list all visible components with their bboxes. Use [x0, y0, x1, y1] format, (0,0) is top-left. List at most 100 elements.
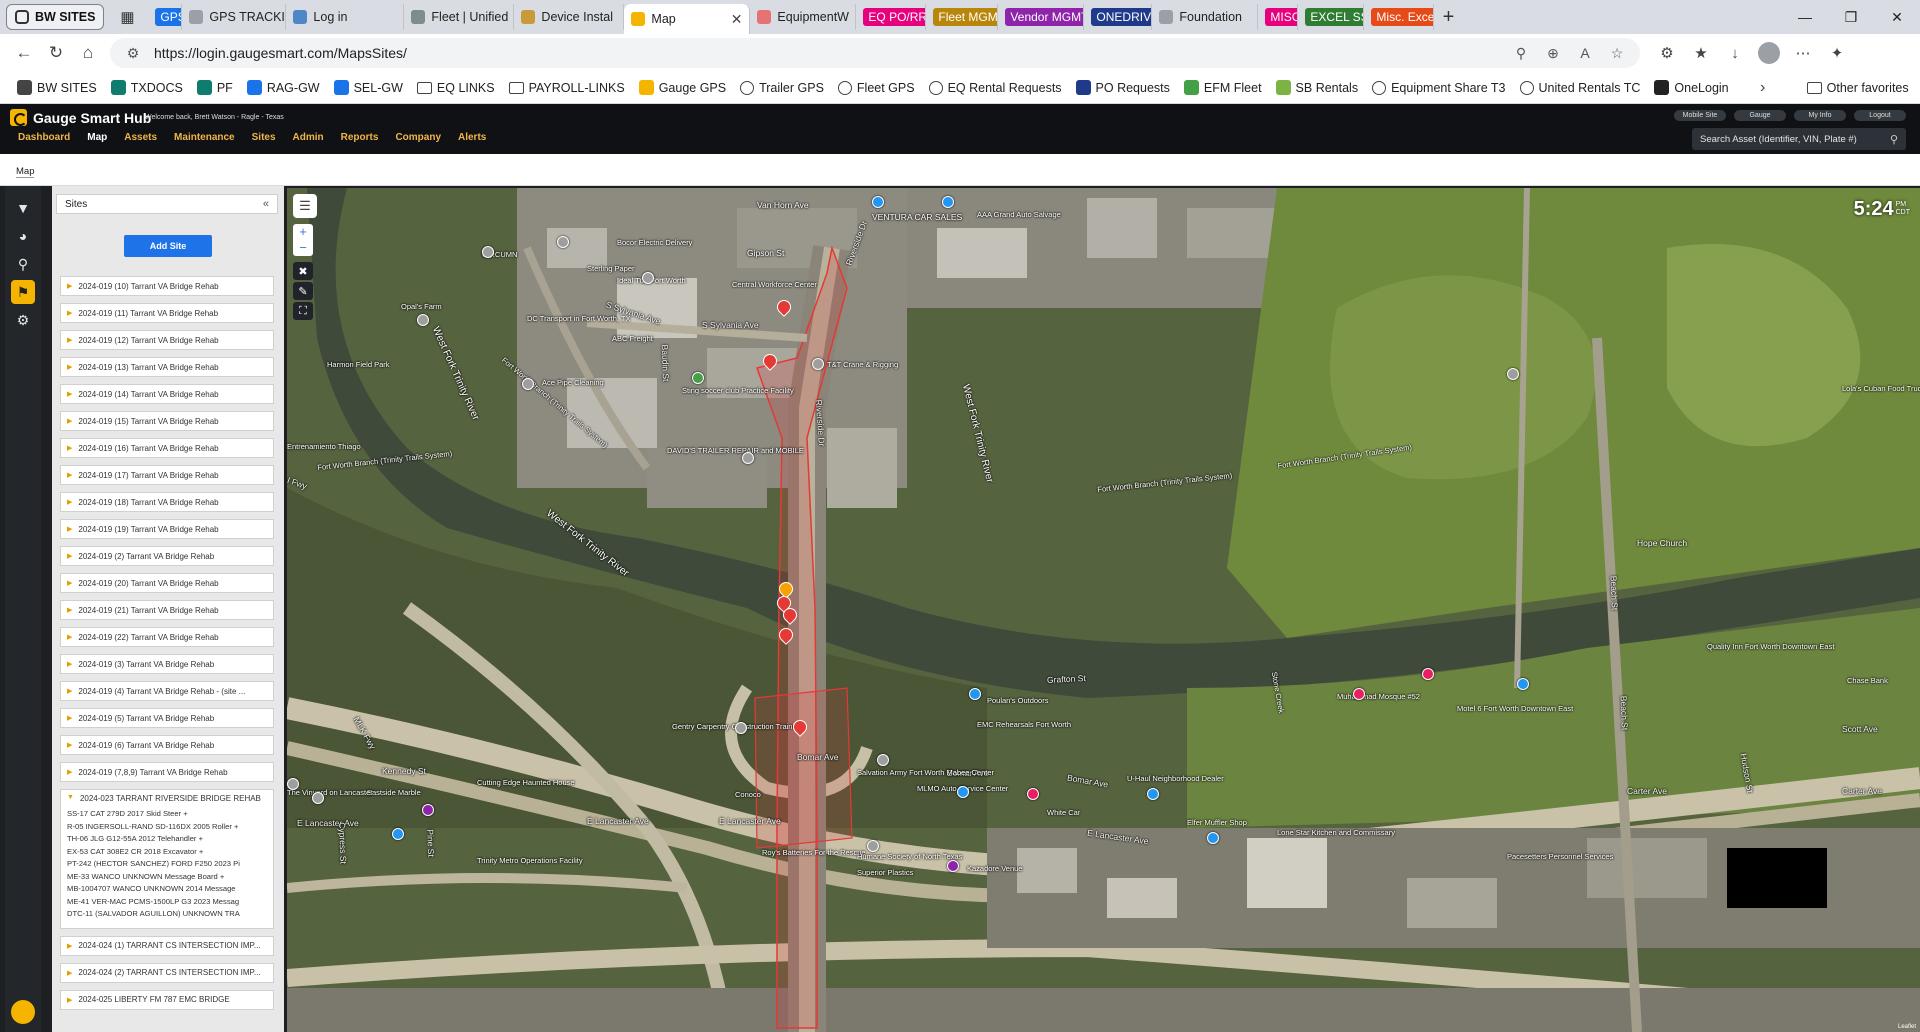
expand-caret-icon[interactable]: ▶	[67, 390, 72, 398]
poi-marker[interactable]	[969, 688, 981, 700]
tab-vendor-mgmt[interactable]: Vendor MGMT	[998, 4, 1085, 30]
site-list-item[interactable]: ▶ 2024-024 (2) TARRANT CS INTERSECTION IM…	[60, 962, 274, 983]
zoom-out-button[interactable]: −	[293, 240, 313, 256]
poi-marker[interactable]	[1353, 688, 1365, 700]
poi-marker[interactable]	[735, 722, 747, 734]
site-asset-item[interactable]: TH-06 JLG G12-55A 2012 Telehandler +	[67, 834, 267, 847]
site-list-item[interactable]: ▶ 2024-019 (13) Tarrant VA Bridge Rehab	[60, 357, 274, 377]
site-list-item[interactable]: ▶ 2024-019 (7,8,9) Tarrant VA Bridge Reha…	[60, 762, 274, 782]
expand-caret-icon[interactable]: ▶	[67, 996, 72, 1004]
favorite-sb-rentals[interactable]: SB Rentals	[1269, 75, 1366, 101]
poi-marker[interactable]	[642, 272, 654, 284]
expand-caret-icon[interactable]: ▶	[67, 942, 72, 950]
expand-caret-icon[interactable]: ▶	[67, 309, 72, 317]
poi-marker[interactable]	[947, 860, 959, 872]
favorite-trailer-gps[interactable]: Trailer GPS	[733, 75, 831, 101]
tab-gps-trackin[interactable]: GPS TRACKIN	[182, 4, 287, 30]
layers-icon[interactable]: ☰	[293, 194, 317, 218]
poi-marker[interactable]	[742, 452, 754, 464]
expand-caret-icon[interactable]: ▶	[67, 741, 72, 749]
favorite-po-requests[interactable]: PO Requests	[1069, 75, 1177, 101]
zoom-in-button[interactable]: +	[293, 224, 313, 240]
site-list-item[interactable]: ▶ 2024-019 (3) Tarrant VA Bridge Rehab	[60, 654, 274, 674]
site-list-item[interactable]: ▶ 2024-019 (6) Tarrant VA Bridge Rehab	[60, 735, 274, 755]
poi-marker[interactable]	[422, 804, 434, 816]
tab-gps[interactable]: GPS	[148, 4, 183, 30]
expand-caret-icon[interactable]: ▶	[67, 687, 72, 695]
gauge-dial-icon[interactable]: ◕	[11, 224, 35, 248]
site-list-item[interactable]: ▶ 2024-019 (15) Tarrant VA Bridge Rehab	[60, 411, 274, 431]
nav-dashboard[interactable]: Dashboard	[18, 132, 70, 143]
zoom-icon[interactable]: ⊕	[1542, 45, 1564, 62]
site-asset-item[interactable]: MB-1004707 WANCO UNKNOWN 2014 Message	[67, 884, 267, 897]
close-window-icon[interactable]: ✕	[1874, 0, 1920, 34]
nav-map[interactable]: Map	[87, 132, 107, 143]
expand-caret-icon[interactable]: ▶	[67, 579, 72, 587]
site-list-item-expanded[interactable]: ▼ 2024-023 TARRANT RIVERSIDE BRIDGE REHAB…	[60, 789, 274, 929]
my-info-button[interactable]: My Info	[1794, 110, 1846, 121]
favorite-equipment-share-t3[interactable]: Equipment Share T3	[1365, 75, 1512, 101]
tab-map[interactable]: Map ✕	[624, 4, 751, 34]
close-tab-icon[interactable]: ✕	[731, 11, 743, 28]
refresh-icon[interactable]: ↻	[40, 38, 72, 68]
poi-marker[interactable]	[877, 754, 889, 766]
site-list-item[interactable]: ▶ 2024-019 (14) Tarrant VA Bridge Rehab	[60, 384, 274, 404]
nav-alerts[interactable]: Alerts	[458, 132, 486, 143]
profile-avatar[interactable]	[1754, 38, 1784, 68]
minimize-icon[interactable]: —	[1782, 0, 1828, 34]
favorite-fleet-gps[interactable]: Fleet GPS	[831, 75, 922, 101]
expand-caret-icon[interactable]: ▶	[67, 417, 72, 425]
expand-caret-icon[interactable]: ▶	[67, 282, 72, 290]
poi-marker[interactable]	[867, 840, 879, 852]
status-indicator-icon[interactable]	[11, 1000, 35, 1024]
workspace-button[interactable]: BW SITES	[6, 4, 105, 30]
nav-reports[interactable]: Reports	[341, 132, 379, 143]
poi-marker[interactable]	[287, 778, 299, 790]
site-list-item[interactable]: ▶ 2024-019 (11) Tarrant VA Bridge Rehab	[60, 303, 274, 323]
poi-marker[interactable]	[1147, 788, 1159, 800]
site-list-item[interactable]: ▶ 2024-019 (21) Tarrant VA Bridge Rehab	[60, 600, 274, 620]
expand-caret-icon[interactable]: ▶	[67, 969, 72, 977]
poi-marker[interactable]	[1422, 668, 1434, 680]
favorite-star-icon[interactable]: ☆	[1606, 45, 1628, 62]
restore-icon[interactable]: ❐	[1828, 0, 1874, 34]
chevron-right-icon[interactable]: ›	[1750, 79, 1776, 97]
poi-marker[interactable]	[1207, 832, 1219, 844]
poi-marker[interactable]	[522, 378, 534, 390]
nav-sites[interactable]: Sites	[252, 132, 276, 143]
site-list-item[interactable]: ▶ 2024-019 (20) Tarrant VA Bridge Rehab	[60, 573, 274, 593]
site-list-item[interactable]: ▶ 2024-019 (5) Tarrant VA Bridge Rehab	[60, 708, 274, 728]
favorite-gauge-gps[interactable]: Gauge GPS	[632, 75, 733, 101]
site-list-item[interactable]: ▶ 2024-019 (16) Tarrant VA Bridge Rehab	[60, 438, 274, 458]
poi-marker[interactable]	[482, 246, 494, 258]
poi-marker[interactable]	[1027, 788, 1039, 800]
tab-onedrive[interactable]: ONEDRIVE	[1084, 4, 1153, 30]
tab-foundation[interactable]: Foundation	[1152, 4, 1259, 30]
site-info-icon[interactable]: ⚙	[122, 45, 144, 62]
favorite-txdocs[interactable]: TXDOCS	[104, 75, 190, 101]
expand-caret-icon[interactable]: ▶	[67, 633, 72, 641]
poi-marker[interactable]	[312, 792, 324, 804]
url-text[interactable]: https://login.gaugesmart.com/MapsSites/	[154, 45, 1500, 61]
favorite-sel-gw[interactable]: SEL-GW	[327, 75, 410, 101]
collapse-panel-icon[interactable]: «	[263, 198, 269, 210]
extensions-icon[interactable]: ⚙	[1652, 38, 1682, 68]
poi-marker[interactable]	[1517, 678, 1529, 690]
new-tab-button[interactable]: +	[1434, 4, 1462, 30]
site-asset-item[interactable]: R-05 INGERSOLL-RAND SD-116DX 2005 Roller…	[67, 822, 267, 835]
favorite-eq-links[interactable]: EQ LINKS	[410, 75, 502, 101]
expand-caret-icon[interactable]: ▶	[67, 525, 72, 533]
favorite-onelogin[interactable]: OneLogin	[1647, 75, 1735, 101]
tab-excel-ss-s[interactable]: EXCEL SS'S	[1298, 4, 1365, 30]
poi-marker[interactable]	[557, 236, 569, 248]
tab-misc[interactable]: MISC	[1258, 4, 1299, 30]
site-list-item[interactable]: ▶ 2024-019 (18) Tarrant VA Bridge Rehab	[60, 492, 274, 512]
tab-equipmentw[interactable]: EquipmentW	[750, 4, 857, 30]
logout-button[interactable]: Logout	[1854, 110, 1906, 121]
back-icon[interactable]: ←	[8, 38, 40, 68]
tab-eq-po-rr-s[interactable]: EQ PO/RR'S	[856, 4, 927, 30]
site-asset-item[interactable]: ME-41 VER-MAC PCMS-1500LP G3 2023 Messag	[67, 897, 267, 910]
expand-caret-icon[interactable]: ▶	[67, 768, 72, 776]
nav-assets[interactable]: Assets	[124, 132, 157, 143]
site-list-item[interactable]: ▶ 2024-019 (10) Tarrant VA Bridge Rehab	[60, 276, 274, 296]
